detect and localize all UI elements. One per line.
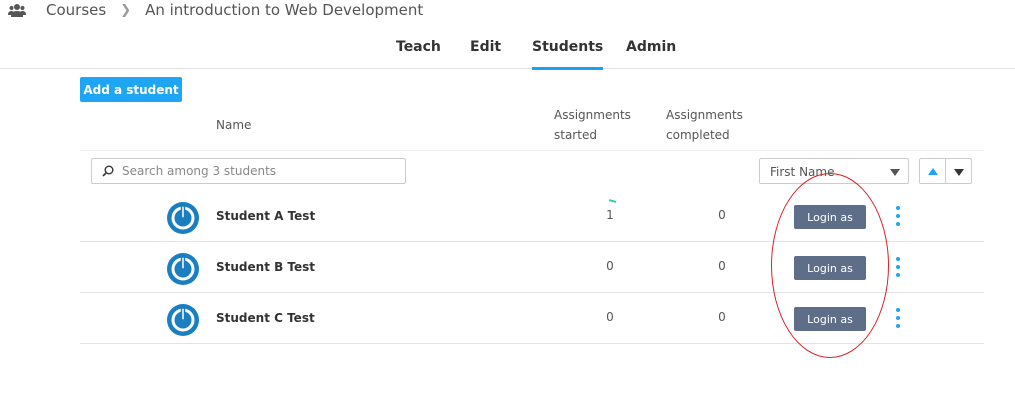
breadcrumb-course-title: An introduction to Web Development — [145, 1, 424, 19]
assignments-completed: 0 — [718, 310, 726, 324]
course-tabs: Teach Edit Students Admin — [0, 40, 1015, 70]
assignments-started: 0 — [606, 259, 614, 273]
student-name[interactable]: Student C Test — [216, 309, 315, 327]
more-options-icon[interactable] — [892, 308, 904, 330]
tab-edit[interactable]: Edit — [470, 40, 501, 69]
tab-students[interactable]: Students — [532, 40, 604, 70]
assignments-completed: 0 — [718, 208, 726, 222]
assignments-completed: 0 — [718, 259, 726, 273]
dropdown-caret-icon — [890, 169, 900, 176]
users-icon[interactable] — [8, 3, 26, 17]
sort-ascending-button[interactable] — [920, 159, 945, 183]
column-header-completed-line2: completed — [666, 128, 730, 142]
breadcrumb: Courses ❯ An introduction to Web Develop… — [8, 0, 423, 20]
more-options-icon[interactable] — [892, 206, 904, 228]
login-as-button[interactable]: Login as — [794, 256, 866, 280]
login-as-button[interactable]: Login as — [794, 307, 866, 331]
table-row: Student A Test 1 0 Login as — [80, 191, 984, 242]
more-options-icon[interactable] — [892, 257, 904, 279]
tab-teach[interactable]: Teach — [396, 40, 441, 69]
search-input[interactable] — [122, 161, 397, 181]
sort-field-value: First Name — [770, 165, 835, 179]
column-header-started-line2: started — [554, 128, 597, 142]
avatar[interactable] — [166, 252, 200, 286]
sort-direction-group — [919, 158, 972, 184]
add-student-button[interactable]: Add a student — [80, 77, 182, 102]
sort-field-select[interactable]: First Name — [759, 158, 909, 184]
table-row: Student B Test 0 0 Login as — [80, 242, 984, 293]
student-name[interactable]: Student B Test — [216, 258, 315, 276]
assignments-started: 0 — [606, 310, 614, 324]
column-header-started[interactable]: Assignments started — [554, 105, 631, 145]
avatar[interactable] — [166, 201, 200, 235]
header-divider — [80, 150, 984, 151]
tab-admin[interactable]: Admin — [626, 40, 676, 69]
breadcrumb-courses[interactable]: Courses — [46, 1, 106, 19]
arrow-up-icon — [928, 168, 938, 175]
page: Courses ❯ An introduction to Web Develop… — [0, 0, 1015, 416]
search-icon — [102, 165, 114, 177]
arrow-down-icon — [954, 169, 964, 176]
student-name[interactable]: Student A Test — [216, 207, 315, 225]
login-as-button[interactable]: Login as — [794, 205, 866, 229]
student-search[interactable] — [91, 158, 406, 184]
assignments-started: 1 — [606, 208, 614, 222]
column-header-completed-line1: Assignments — [666, 108, 743, 122]
avatar[interactable] — [166, 303, 200, 337]
column-header-started-line1: Assignments — [554, 108, 631, 122]
column-header-completed[interactable]: Assignments completed — [666, 105, 743, 145]
column-header-name[interactable]: Name — [216, 115, 251, 135]
sort-descending-button[interactable] — [945, 159, 971, 183]
table-row: Student C Test 0 0 Login as — [80, 293, 984, 344]
chevron-right-icon: ❯ — [120, 2, 132, 18]
